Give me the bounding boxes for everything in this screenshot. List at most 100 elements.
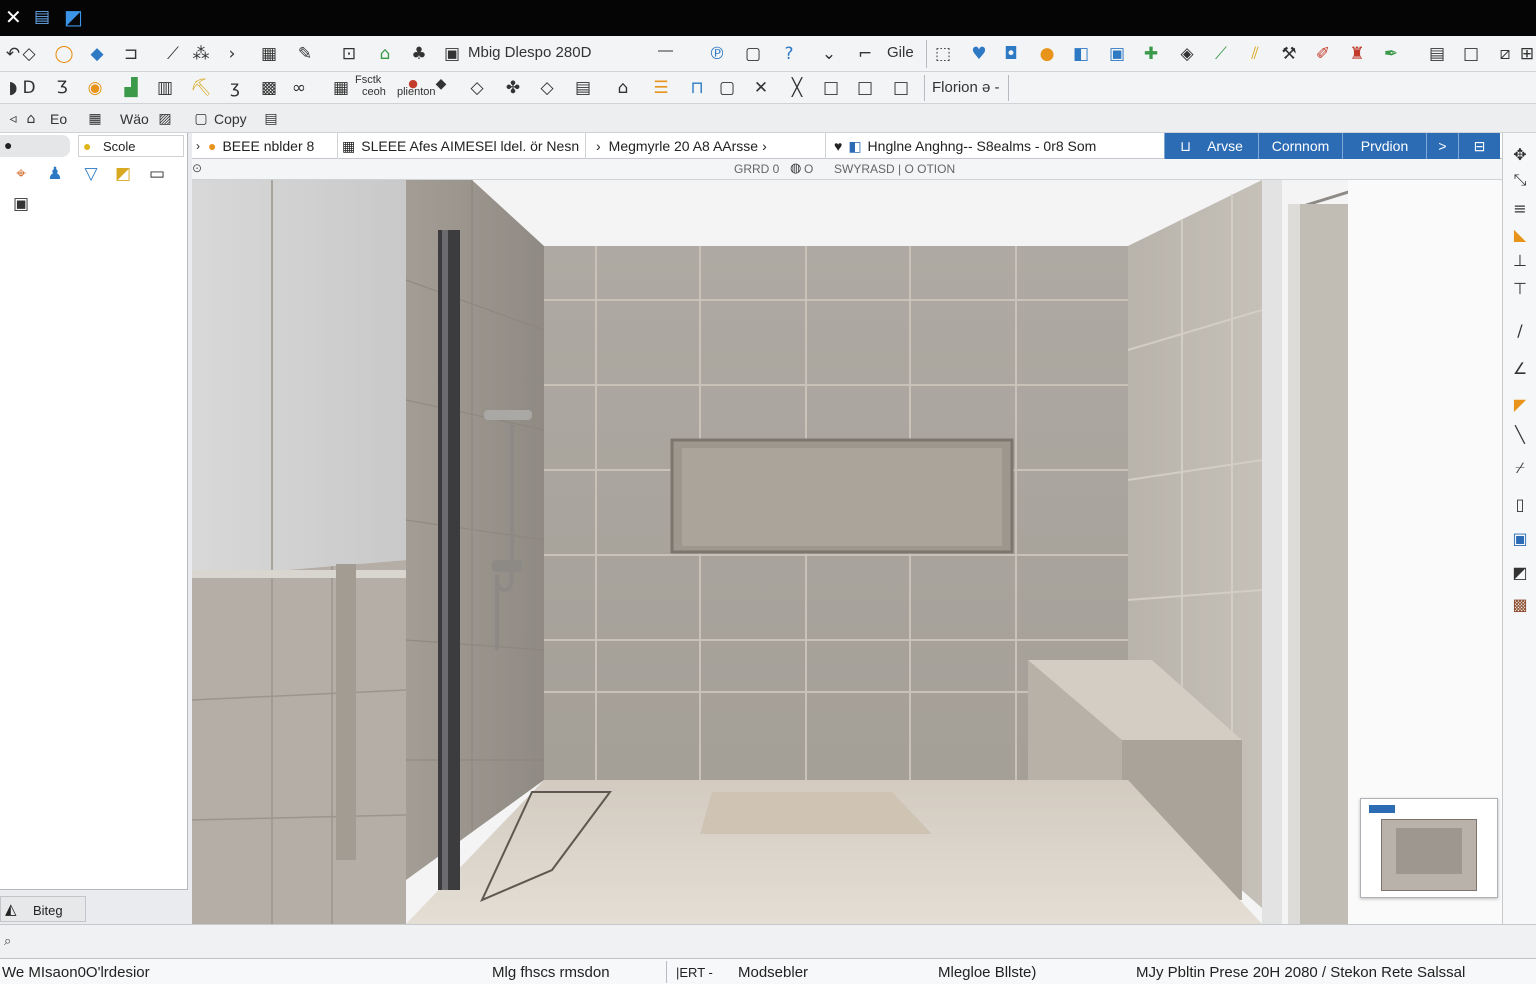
- document-icon[interactable]: ▤: [34, 7, 50, 27]
- knot-icon[interactable]: ✤: [500, 75, 526, 101]
- wall-icon[interactable]: ▢: [714, 75, 740, 101]
- layers-small-icon[interactable]: ≡: [1509, 197, 1531, 219]
- paste-icon[interactable]: ▤: [258, 106, 284, 132]
- sheet-icon[interactable]: ▣: [439, 41, 465, 67]
- person-icon[interactable]: ♟: [42, 161, 68, 187]
- record-icon[interactable]: ●: [400, 70, 426, 96]
- pen-icon[interactable]: ✒: [1378, 41, 1404, 67]
- tag-icon[interactable]: ◈: [1174, 41, 1200, 67]
- eo-label[interactable]: Eo: [50, 111, 67, 127]
- camera-side-icon[interactable]: ◩: [1509, 561, 1531, 583]
- tab-common[interactable]: Cornnom: [1258, 133, 1342, 159]
- help-icon[interactable]: ?: [776, 41, 802, 67]
- close-icon[interactable]: ✕: [5, 7, 22, 27]
- snap-icon[interactable]: ⁂: [188, 41, 214, 67]
- image-tool-icon[interactable]: ▨: [152, 106, 178, 132]
- board-icon[interactable]: ▦: [328, 75, 354, 101]
- book-icon[interactable]: ◧: [1068, 41, 1094, 67]
- monitor-icon[interactable]: ▭: [144, 161, 170, 187]
- line-icon[interactable]: ⟋: [160, 41, 186, 67]
- texture-icon[interactable]: ▩: [256, 75, 282, 101]
- pencil-icon[interactable]: ✎: [292, 41, 318, 67]
- diagonal-icon[interactable]: ╲: [1509, 423, 1531, 445]
- ruler-icon[interactable]: ⫽: [1242, 41, 1268, 67]
- panel-toggle[interactable]: ●: [0, 135, 70, 157]
- camera-icon[interactable]: ▣: [8, 191, 34, 217]
- rotate-icon[interactable]: ◇: [534, 75, 560, 101]
- stack-icon[interactable]: ☰: [648, 75, 674, 101]
- move-icon[interactable]: ✥: [1509, 143, 1531, 165]
- location-icon[interactable]: ▽: [78, 161, 104, 187]
- square-icon[interactable]: □: [1458, 41, 1484, 67]
- tab-2[interactable]: ▦ SLEEE Afes AIMESEl ldel. ör Nesn: [340, 133, 586, 159]
- measure-icon[interactable]: ⊤: [1509, 277, 1531, 299]
- layers-button[interactable]: ◭ Biteg: [0, 896, 86, 922]
- edit-line-icon[interactable]: ⌿: [1509, 457, 1531, 479]
- plant-icon[interactable]: ♣: [406, 41, 432, 67]
- tab-3[interactable]: › Megmyrle 20 A8 AArsse ›: [592, 133, 826, 159]
- scale-field[interactable]: ● Scole: [78, 135, 184, 157]
- tab-split[interactable]: ⊟: [1458, 133, 1500, 159]
- map-icon[interactable]: ⌖: [8, 161, 34, 187]
- copy-icon[interactable]: ▢: [188, 106, 214, 132]
- grid-label[interactable]: Gile: [887, 44, 914, 61]
- navigator-thumbnail[interactable]: [1360, 798, 1498, 898]
- 3d-viewport[interactable]: [192, 180, 1502, 924]
- eraser-icon[interactable]: ◇: [16, 41, 42, 67]
- copy-label[interactable]: Copy: [214, 111, 247, 127]
- window-icon[interactable]: ▣: [1104, 41, 1130, 67]
- flag-icon[interactable]: ◤: [1509, 393, 1531, 415]
- user-icon[interactable]: ●: [1034, 41, 1060, 67]
- bucket-icon[interactable]: ♜: [1344, 41, 1370, 67]
- circle-icon[interactable]: ◯: [51, 41, 77, 67]
- tree-icon[interactable]: ✚: [1138, 41, 1164, 67]
- stairs-icon[interactable]: Ʒ: [49, 75, 75, 101]
- angle-icon[interactable]: ∠: [1509, 357, 1531, 379]
- table-icon[interactable]: ▥: [152, 75, 178, 101]
- delete-icon[interactable]: ✕: [748, 75, 774, 101]
- cross-icon[interactable]: ╳: [784, 75, 810, 101]
- paint-icon[interactable]: ✐: [1310, 41, 1336, 67]
- status-insert[interactable]: |ERT -: [676, 965, 713, 980]
- grid-icon[interactable]: ▦: [256, 41, 282, 67]
- material-icon[interactable]: ▩: [1509, 593, 1531, 615]
- height-icon[interactable]: ⊥: [1509, 249, 1531, 271]
- box3-icon[interactable]: □: [888, 75, 914, 101]
- pin-icon[interactable]: ℗: [704, 41, 730, 67]
- grid-tool-icon[interactable]: ▦: [82, 106, 108, 132]
- home-icon[interactable]: ⌂: [372, 41, 398, 67]
- box2-icon[interactable]: □: [852, 75, 878, 101]
- select-box-icon[interactable]: ⬚: [930, 41, 956, 67]
- chart-icon[interactable]: ▟: [118, 75, 144, 101]
- tab-archive[interactable]: ⊔ Arvse: [1164, 133, 1258, 159]
- save-icon[interactable]: ◘: [998, 41, 1024, 67]
- diamond-small-icon[interactable]: ◆: [428, 71, 454, 97]
- tab-next[interactable]: >: [1426, 133, 1458, 159]
- walk-icon[interactable]: ⛏: [188, 75, 214, 101]
- tab-provision[interactable]: Prvdion: [1342, 133, 1426, 159]
- door-icon[interactable]: ⊓: [684, 75, 710, 101]
- chevron-down-icon[interactable]: ⌄: [816, 41, 842, 67]
- folder-icon[interactable]: ⌂: [18, 106, 44, 132]
- marker-icon[interactable]: ♥: [966, 41, 992, 67]
- rectangle-icon[interactable]: ⊡: [336, 41, 362, 67]
- tab-1[interactable]: › ● BEEE nblder 8: [192, 133, 338, 159]
- roof-icon[interactable]: ⌂: [610, 75, 636, 101]
- view-dropdown[interactable]: Florion ə -: [932, 79, 1000, 96]
- brush-icon[interactable]: ⟋: [1208, 41, 1234, 67]
- frame-icon[interactable]: ▢: [740, 41, 766, 67]
- hammer-icon[interactable]: ⚒: [1276, 41, 1302, 67]
- page-side-icon[interactable]: ▯: [1509, 493, 1531, 515]
- tab-4[interactable]: ♥ ◧ Hnglne Anghng-- S8ealms - 0r8 Som: [830, 133, 1162, 159]
- line-style-label[interactable]: —: [658, 42, 673, 59]
- ring-icon[interactable]: ◉: [82, 75, 108, 101]
- photo-icon[interactable]: ◩: [110, 161, 136, 187]
- corner-icon[interactable]: ⌐: [852, 41, 878, 67]
- expand-icon[interactable]: ⤡: [1509, 169, 1531, 191]
- command-line[interactable]: ⌕: [0, 924, 1536, 958]
- diamond-icon[interactable]: ◇: [464, 75, 490, 101]
- chain-icon[interactable]: ∞: [286, 75, 312, 101]
- bracket-icon[interactable]: ⊐: [118, 41, 144, 67]
- box-icon[interactable]: □: [818, 75, 844, 101]
- wao-label[interactable]: Wäo: [120, 111, 149, 127]
